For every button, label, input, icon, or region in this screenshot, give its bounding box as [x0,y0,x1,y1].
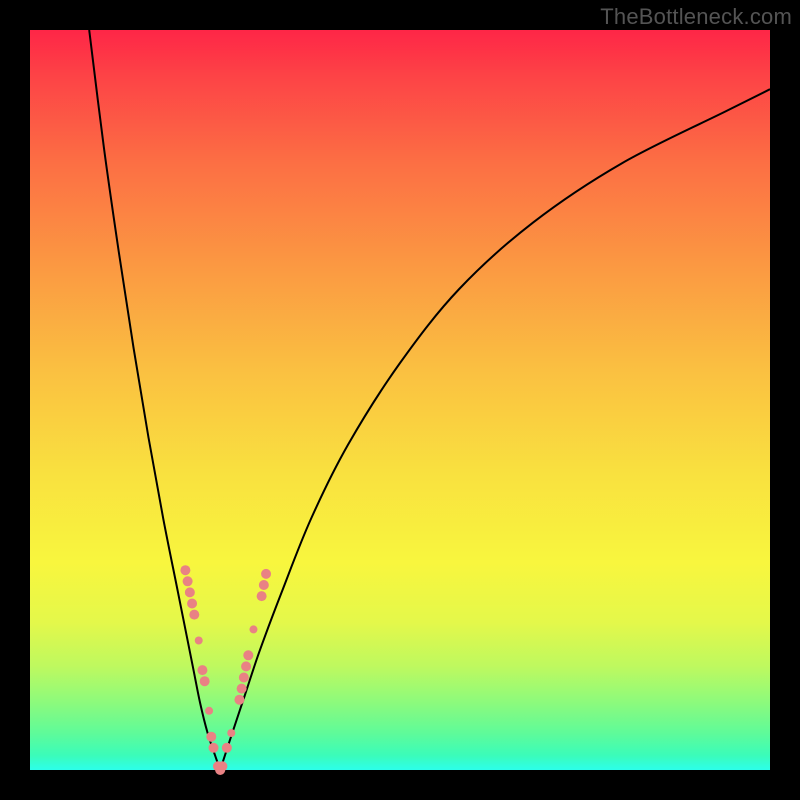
scatter-point [197,665,207,675]
scatter-point [183,576,193,586]
scatter-point [227,729,235,737]
chart-svg [30,30,770,770]
scatter-point [243,650,253,660]
scatter-point [239,673,249,683]
scatter-point [185,587,195,597]
scatter-point [222,743,232,753]
scatter-point [241,661,251,671]
curve-right [220,89,770,770]
scatter-point [209,743,219,753]
scatter-point [249,625,257,633]
chart-frame: TheBottleneck.com [0,0,800,800]
curve-left [89,30,220,770]
watermark-text: TheBottleneck.com [600,4,792,30]
scatter-point [195,637,203,645]
scatter-point [237,684,247,694]
scatter-point [200,676,210,686]
scatter-point [234,695,244,705]
scatter-point [206,732,216,742]
scatter-point [261,569,271,579]
scatter-point [189,610,199,620]
scatter-point [187,599,197,609]
scatter-point [180,565,190,575]
scatter-point [205,707,213,715]
scatter-point [259,580,269,590]
scatter-point [257,591,267,601]
scatter-point [217,761,227,771]
